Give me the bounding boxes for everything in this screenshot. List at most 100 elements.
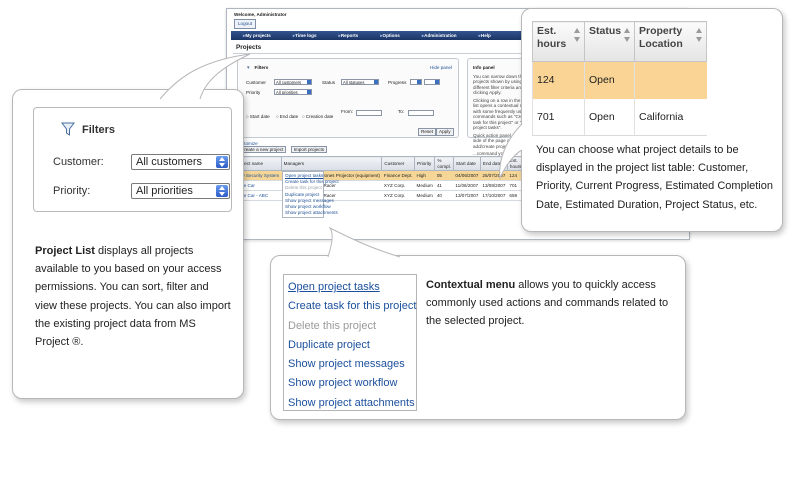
callout-context-menu: Open project tasks Create task for this … [270,255,686,420]
priority-label: Priority [246,90,261,95]
filters-title: Filters [82,124,116,136]
col-managers[interactable]: Managers [280,156,383,171]
menu-reports[interactable]: Reports [339,33,358,39]
context-menu-term: Contextual menu [426,279,516,291]
cell: High [414,170,435,181]
priority-label: Priority: [53,185,91,197]
create-project-button[interactable]: Create a new project [238,146,287,153]
cell: 11/06/2007 [453,180,481,191]
col-start-date[interactable]: Start date [452,156,481,171]
col-property-location-label: Property Location [639,25,683,50]
menu-time-logs[interactable]: Time logs [293,33,316,39]
mini-menu-item: Delete this project [285,185,322,191]
context-menu: Open project tasks Create task for this … [283,274,417,411]
cell: 40 [434,190,454,201]
sort-icon[interactable] [574,28,581,42]
menu-duplicate-project[interactable]: Duplicate project [284,336,416,355]
menu-help[interactable]: Help [479,33,491,39]
columns-description: You can choose what project details to b… [536,144,773,211]
callout-columns: Est. hours Status Property Location 124 … [521,8,783,232]
welcome-text: Welcome, Administrator [234,12,287,17]
menu-create-task[interactable]: Create task for this project [284,297,416,316]
table-row[interactable]: 701 Open California [532,98,707,136]
customer-select[interactable]: All customers [274,79,312,85]
sort-icon[interactable] [696,28,703,42]
progress-label: Progress [388,80,407,85]
col-end-date[interactable]: End date [479,156,508,171]
radio-end-date[interactable]: End date [276,114,298,120]
cell: 05 [434,170,454,181]
priority-select[interactable]: All priorities [274,89,312,95]
reset-button[interactable]: Reset [418,128,437,136]
cell: 25/07/2007 [480,170,508,181]
col-est-hours-label: Est. hours [537,25,567,50]
sort-icon[interactable] [624,28,631,42]
status-label: Status [322,80,336,85]
project-list-description: Project List displays all projects avail… [35,242,231,351]
progress-input[interactable] [424,79,440,85]
funnel-icon: ▼ [246,65,251,70]
project-actions: Create a new project Import projects [238,146,330,153]
priority-select[interactable]: All priorities [131,183,230,199]
customer-label: Customer [246,80,266,85]
cell: 17/10/2007 [480,190,508,201]
status-select[interactable]: All statuses [341,79,379,85]
app-context-menu: Open project tasks Create task for this … [282,171,339,219]
menu-show-messages[interactable]: Show project messages [284,355,416,374]
cell: 13/08/2007 [480,180,508,191]
from-label: From: [341,109,353,114]
menu-my-projects[interactable]: My projects [243,33,271,39]
cell: California [634,98,707,136]
customer-select[interactable]: All customers [131,154,230,170]
funnel-icon [61,122,75,136]
col-priority[interactable]: Priority [414,156,436,171]
menu-open-project-tasks[interactable]: Open project tasks [284,278,416,297]
app-filters-title: Filters [254,65,269,70]
cell: 124 [532,61,585,99]
cell: Medium [414,180,435,191]
menu-administration[interactable]: Administration [422,33,456,39]
mini-menu-item[interactable]: Show project attachments [285,210,338,216]
cell: XYZ Corp. [381,180,415,191]
col-status[interactable]: Status [584,21,635,62]
radio-creation-date[interactable]: Creation date [302,114,334,120]
callout-project-list: Filters Customer: All customers Priority… [12,89,244,399]
select-stepper-icon[interactable] [216,185,228,197]
progress-op-select[interactable] [410,79,422,85]
col-progress[interactable]: % compl. [434,156,454,171]
menu-options[interactable]: Options [380,33,400,39]
to-date-input[interactable] [408,110,434,116]
project-list-text: displays all projects available to you b… [35,245,231,349]
col-est-hours[interactable]: Est. hours [532,21,585,62]
context-menu-description: Contextual menu allows you to quickly ac… [426,276,680,331]
menu-delete-project: Delete this project [288,319,377,332]
select-stepper-icon[interactable] [216,156,228,168]
import-projects-button[interactable]: Import projects [290,146,328,153]
col-status-label: Status [589,25,622,37]
cell: Medium [414,190,435,201]
mini-menu-item[interactable]: Duplicate project [285,192,321,198]
app-filters-heading: ▼ Filters [246,65,268,71]
radio-start-date[interactable]: Start date [246,114,270,120]
menu-show-workflow[interactable]: Show project workflow [284,374,416,393]
customer-label: Customer: [53,156,104,168]
table-row[interactable]: 124 Open [532,61,707,99]
cell: 701 [532,98,585,136]
menu-show-attachments[interactable]: Show project attachments [284,394,416,413]
col-property-location[interactable]: Property Location [634,21,707,62]
from-date-input[interactable] [356,110,382,116]
col-customer[interactable]: Customer [381,156,416,171]
cell: 04/06/2007 [453,170,481,181]
customer-select-value: All customers [136,156,203,168]
logout-button[interactable]: Logout [234,19,257,29]
cell: 41 [434,180,454,191]
apply-button[interactable]: Apply [436,128,454,136]
cell: Finance Dept. [381,170,415,181]
to-label: To: [398,109,405,114]
cell: Open [584,61,635,99]
filters-panel: Filters Customer: All customers Priority… [33,107,232,212]
cell: Open [584,98,635,136]
hide-panel-link[interactable]: Hide panel [430,65,452,71]
page-title: Projects [236,44,262,51]
columns-preview-table: Est. hours Status Property Location 124 … [532,21,707,136]
